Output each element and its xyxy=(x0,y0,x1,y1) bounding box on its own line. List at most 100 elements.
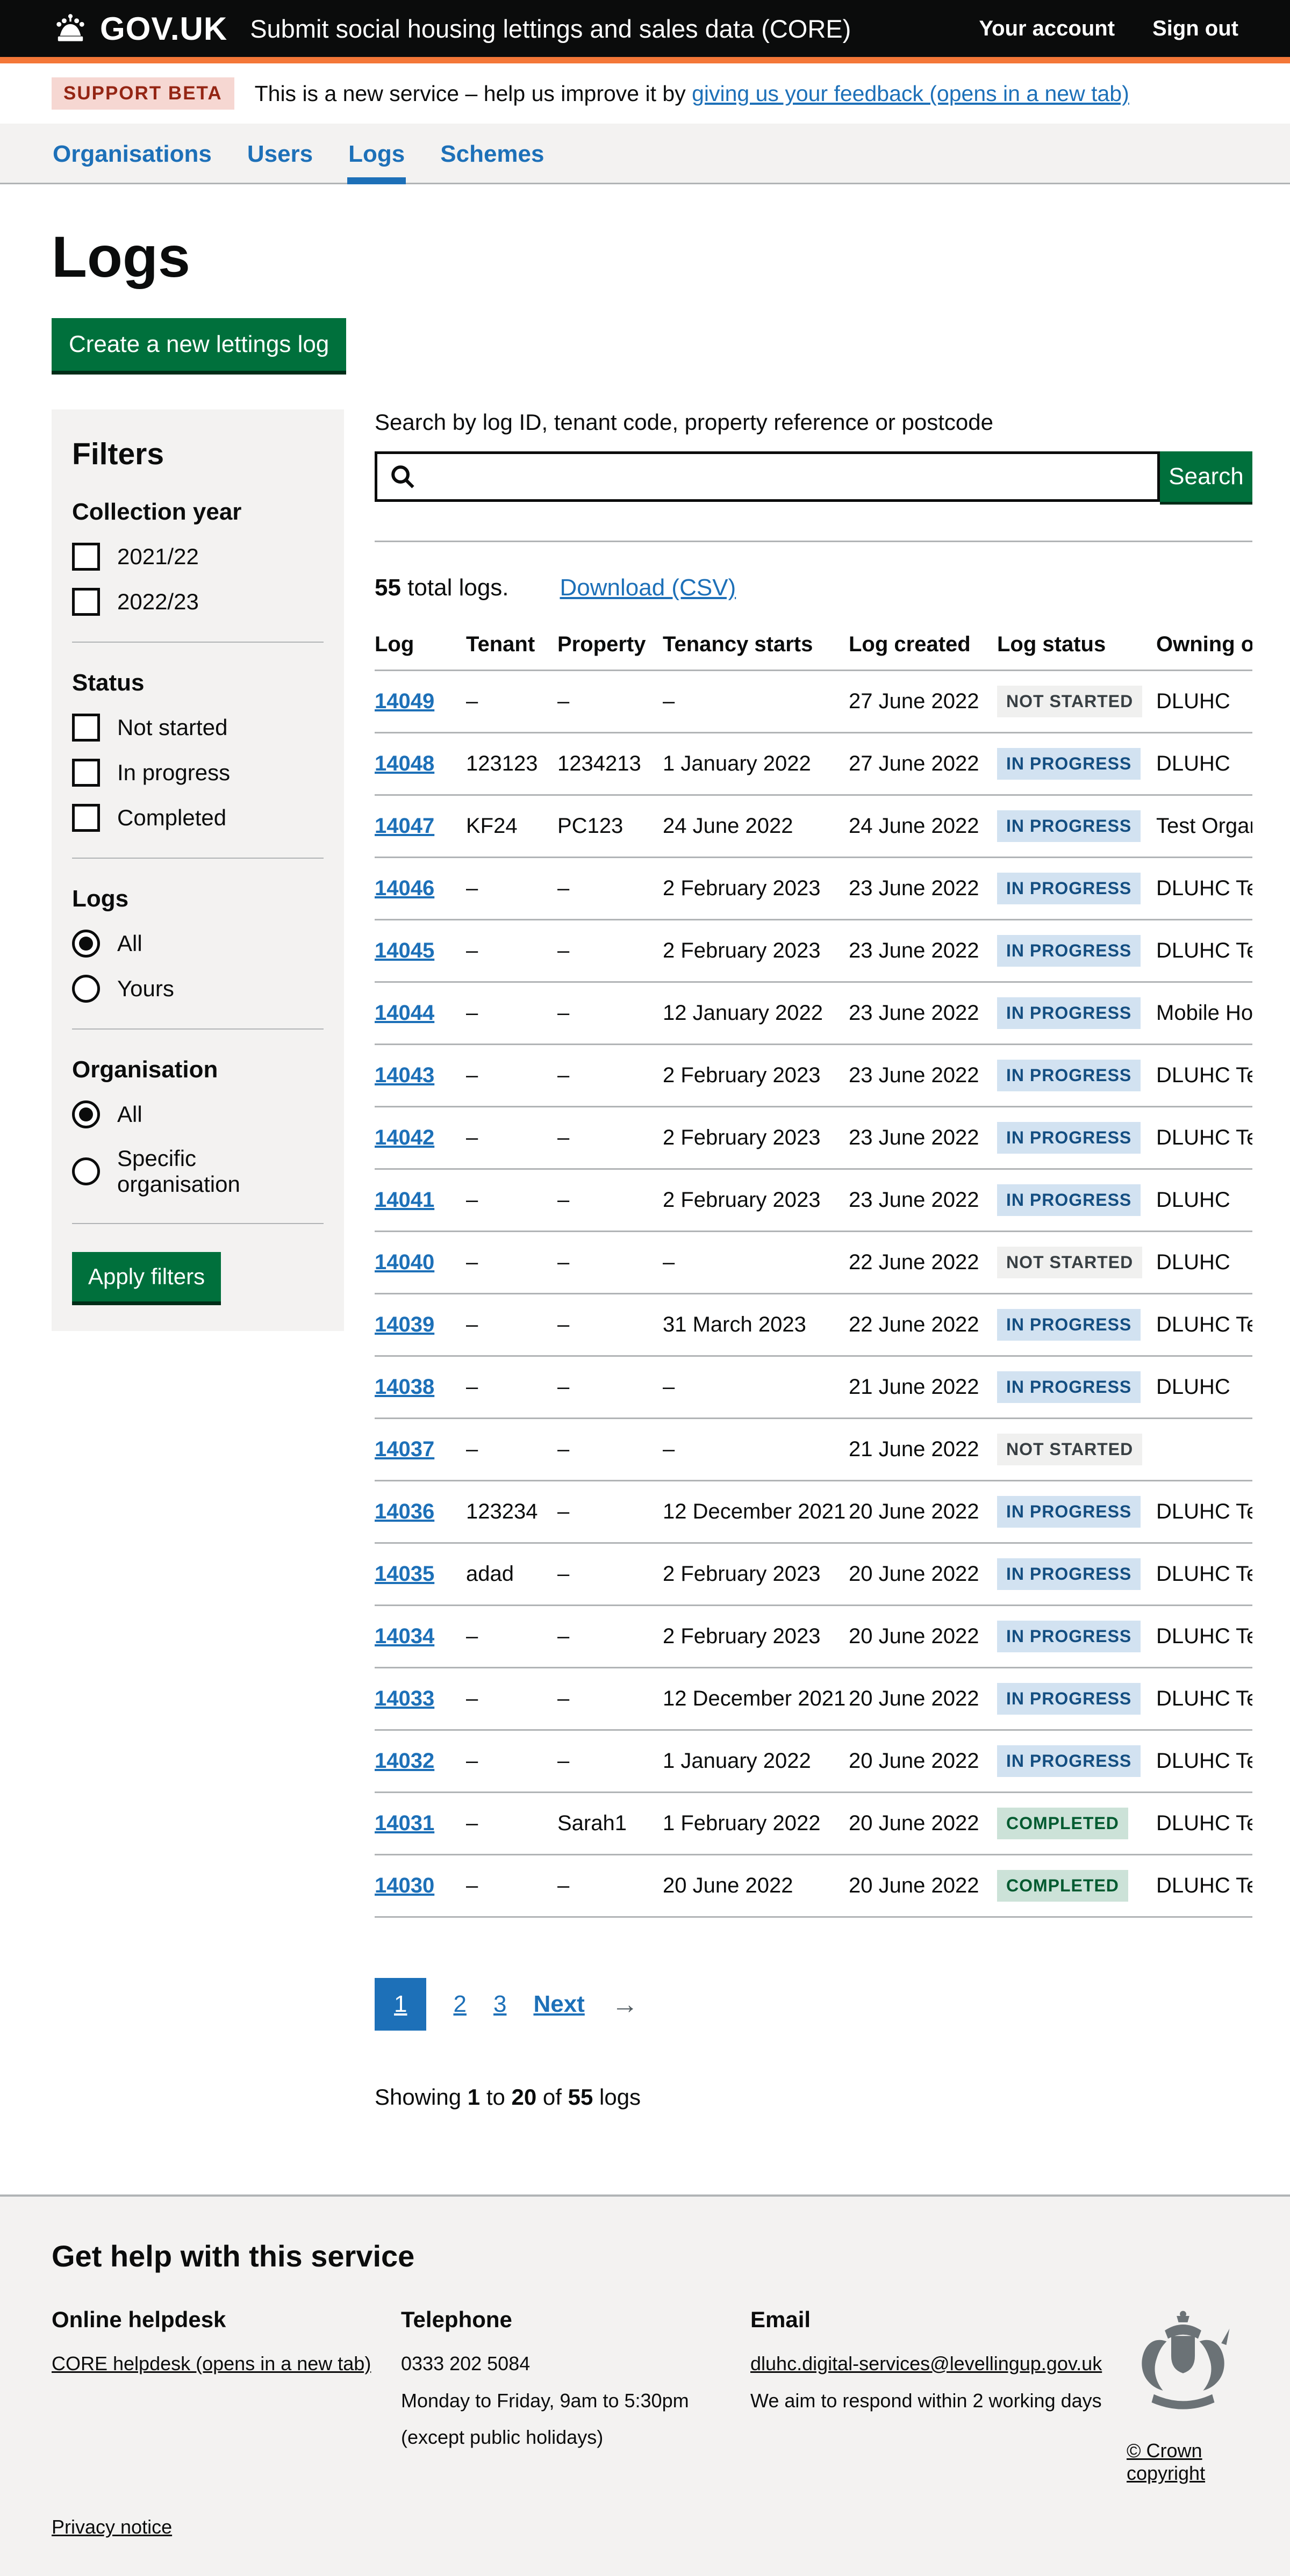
log-link[interactable]: 14031 xyxy=(375,1811,434,1835)
log-status-cell: COMPLETED xyxy=(997,1855,1156,1917)
log-link[interactable]: 14047 xyxy=(375,814,434,838)
download-csv-link[interactable]: Download (CSV) xyxy=(560,574,736,601)
checkbox-2022-23[interactable] xyxy=(72,588,100,616)
footer-line: (except public holidays) xyxy=(401,2424,750,2451)
crown-icon xyxy=(52,13,89,44)
option-label-all[interactable]: All xyxy=(117,931,142,956)
status-badge: NOT STARTED xyxy=(997,686,1142,717)
checkbox-2021-22[interactable] xyxy=(72,543,100,571)
log-link[interactable]: 14045 xyxy=(375,939,434,962)
log-status-cell: IN PROGRESS xyxy=(997,795,1156,858)
log-link[interactable]: 14038 xyxy=(375,1375,434,1399)
status-badge: NOT STARTED xyxy=(997,1247,1142,1278)
checkbox-not-started[interactable] xyxy=(72,714,100,742)
log-link[interactable]: 14032 xyxy=(375,1749,434,1773)
checkbox-in-progress[interactable] xyxy=(72,759,100,787)
search-input[interactable] xyxy=(375,451,1160,502)
search-button[interactable]: Search xyxy=(1160,451,1252,502)
log-status-cell: IN PROGRESS xyxy=(997,1169,1156,1232)
option-label-2022-23[interactable]: 2022/23 xyxy=(117,589,199,615)
govuk-logo-link[interactable]: GOV.UK xyxy=(52,10,227,47)
option-label-completed[interactable]: Completed xyxy=(117,805,226,831)
log-link[interactable]: 14037 xyxy=(375,1437,434,1461)
pagination-next-link[interactable]: Next xyxy=(533,1991,584,2018)
feedback-link[interactable]: giving us your feedback (opens in a new … xyxy=(692,81,1129,106)
log-link[interactable]: 14046 xyxy=(375,876,434,900)
status-badge: IN PROGRESS xyxy=(997,1683,1141,1715)
tenancy-starts-cell: 20 June 2022 xyxy=(663,1855,849,1917)
radio-specific-organisation[interactable] xyxy=(72,1157,100,1185)
footer-line: We aim to respond within 2 working days xyxy=(750,2388,1127,2414)
radio-yours[interactable] xyxy=(72,975,100,1003)
log-link[interactable]: 14041 xyxy=(375,1188,434,1212)
log-created-cell: 20 June 2022 xyxy=(849,1793,997,1855)
filters-panel: Filters Collection year2021/222022/23Sta… xyxy=(52,409,344,1331)
property-cell: – xyxy=(557,1294,663,1356)
table-row: 14039––31 March 202322 June 2022IN PROGR… xyxy=(375,1294,1252,1356)
nav-item-schemes[interactable]: Schemes xyxy=(439,124,545,183)
log-link[interactable]: 14030 xyxy=(375,1874,434,1897)
column-header-log-status: Log status xyxy=(997,620,1156,671)
nav-item-organisations[interactable]: Organisations xyxy=(52,124,213,183)
log-cell: 14041 xyxy=(375,1169,466,1232)
table-row: 14046––2 February 202323 June 2022IN PRO… xyxy=(375,858,1252,920)
owning-organisation-cell: DLUHC Test xyxy=(1156,1793,1252,1855)
footer-line: Monday to Friday, 9am to 5:30pm xyxy=(401,2388,750,2414)
property-cell: – xyxy=(557,1543,663,1606)
option-label-2021-22[interactable]: 2021/22 xyxy=(117,544,199,570)
log-link[interactable]: 14035 xyxy=(375,1562,434,1586)
radio-all[interactable] xyxy=(72,1100,100,1128)
footer-link-core-helpdesk-opens-in-a-new-t[interactable]: CORE helpdesk (opens in a new tab) xyxy=(52,2352,371,2374)
tenancy-starts-cell: 12 January 2022 xyxy=(663,982,849,1045)
log-created-cell: 23 June 2022 xyxy=(849,1045,997,1107)
option-label-yours[interactable]: Yours xyxy=(117,976,174,1002)
log-link[interactable]: 14049 xyxy=(375,689,434,713)
owning-organisation-cell: DLUHC Test xyxy=(1156,1294,1252,1356)
log-link[interactable]: 14042 xyxy=(375,1126,434,1149)
footer-link-dluhc-digital-services-levelli[interactable]: dluhc.digital-services@levellingup.gov.u… xyxy=(750,2352,1102,2374)
log-link[interactable]: 14034 xyxy=(375,1624,434,1648)
log-cell: 14048 xyxy=(375,733,466,795)
option-label-in-progress[interactable]: In progress xyxy=(117,760,230,786)
log-link[interactable]: 14044 xyxy=(375,1001,434,1025)
log-link[interactable]: 14048 xyxy=(375,752,434,775)
status-badge: IN PROGRESS xyxy=(997,1496,1141,1528)
tenant-cell: – xyxy=(466,1793,557,1855)
checkbox-completed[interactable] xyxy=(72,804,100,832)
apply-filters-button[interactable]: Apply filters xyxy=(72,1252,221,1301)
coat-of-arms-column: © Crown copyright xyxy=(1127,2307,1239,2485)
property-cell: – xyxy=(557,1668,663,1730)
log-created-cell: 27 June 2022 xyxy=(849,671,997,733)
log-link[interactable]: 14036 xyxy=(375,1500,434,1523)
tenancy-starts-cell: 2 February 2023 xyxy=(663,1045,849,1107)
log-created-cell: 22 June 2022 xyxy=(849,1232,997,1294)
option-label-not-started[interactable]: Not started xyxy=(117,715,227,740)
property-cell: – xyxy=(557,1855,663,1917)
nav-item-users[interactable]: Users xyxy=(246,124,314,183)
log-link[interactable]: 14043 xyxy=(375,1063,434,1087)
log-link[interactable]: 14033 xyxy=(375,1687,434,1710)
option-label-specific-organisation[interactable]: Specific organisation xyxy=(117,1146,324,1197)
pagination-page-2[interactable]: 2 xyxy=(453,1991,466,2018)
pagination-page-1-current[interactable]: 1 xyxy=(375,1978,426,2031)
privacy-notice-link[interactable]: Privacy notice xyxy=(52,2516,172,2538)
option-label-all[interactable]: All xyxy=(117,1102,142,1127)
crown-copyright-link[interactable]: © Crown copyright xyxy=(1127,2440,1239,2485)
radio-all[interactable] xyxy=(72,930,100,958)
pagination-page-3[interactable]: 3 xyxy=(493,1991,506,2018)
status-badge: IN PROGRESS xyxy=(997,873,1141,904)
your-account-link[interactable]: Your account xyxy=(979,17,1115,41)
table-row: 14044––12 January 202223 June 2022IN PRO… xyxy=(375,982,1252,1045)
tenant-cell: – xyxy=(466,982,557,1045)
create-lettings-log-button[interactable]: Create a new lettings log xyxy=(52,318,346,371)
footer-column-online-helpdesk: Online helpdeskCORE helpdesk (opens in a… xyxy=(52,2307,401,2485)
summary-logs-word: logs xyxy=(599,2084,641,2110)
log-link[interactable]: 14039 xyxy=(375,1313,434,1336)
phase-banner-message: This is a new service – help us improve … xyxy=(255,81,686,106)
nav-item-logs[interactable]: Logs xyxy=(347,124,406,183)
tenancy-starts-cell: 24 June 2022 xyxy=(663,795,849,858)
log-cell: 14049 xyxy=(375,671,466,733)
service-name-link[interactable]: Submit social housing lettings and sales… xyxy=(250,14,851,44)
sign-out-link[interactable]: Sign out xyxy=(1152,17,1238,41)
log-link[interactable]: 14040 xyxy=(375,1250,434,1274)
